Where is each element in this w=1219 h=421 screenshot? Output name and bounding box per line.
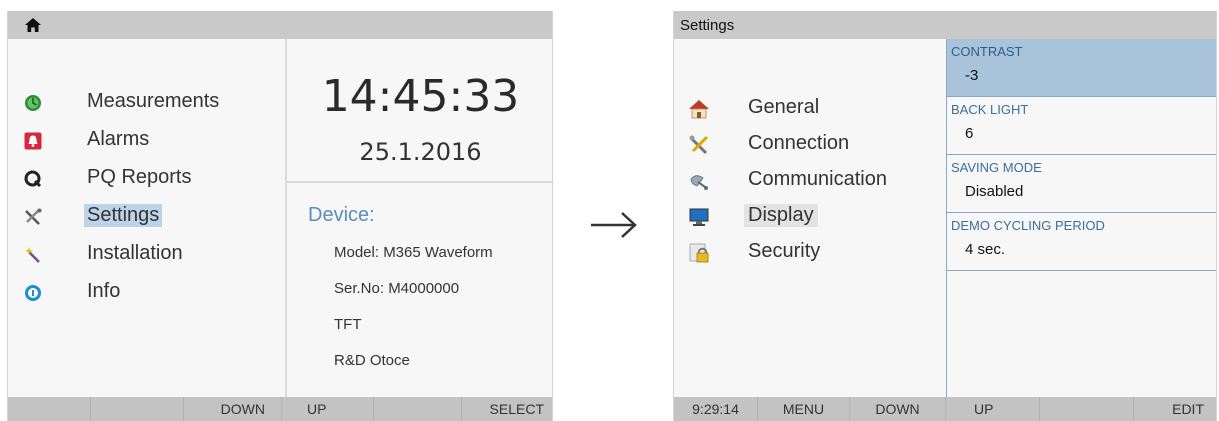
menu-item-label: Measurements xyxy=(87,90,220,112)
param-value: -3 xyxy=(965,67,979,84)
menu-item-connection[interactable]: Connection xyxy=(674,128,946,162)
device-serial: Ser.No: M4000000 xyxy=(334,280,460,297)
softkey-clock: 9:29:14 xyxy=(674,397,758,421)
house-icon xyxy=(689,100,709,119)
main-softkey-bar: DOWN UP SELECT xyxy=(8,397,552,421)
menu-item-label: Security xyxy=(748,240,821,262)
softkey-up[interactable]: UP xyxy=(946,397,1040,421)
softkey-select[interactable]: SELECT xyxy=(462,397,552,421)
menu-item-info[interactable]: Info xyxy=(8,277,285,309)
menu-item-label: Alarms xyxy=(87,128,150,150)
softkey-5[interactable] xyxy=(1040,397,1134,421)
menu-item-label: Info xyxy=(87,280,121,302)
menu-item-alarms[interactable]: Alarms xyxy=(8,125,285,157)
softkey-down[interactable]: DOWN xyxy=(850,397,946,421)
screen-title: Settings xyxy=(680,17,735,34)
param-name: DEMO CYCLING PERIOD xyxy=(951,218,1105,233)
device-display-type: TFT xyxy=(334,316,362,333)
device-model: Model: M365 Waveform xyxy=(334,244,493,261)
settings-softkey-bar: 9:29:14 MENU DOWN UP EDIT xyxy=(674,397,1216,421)
settings-screen: Settings General Connection Communicatio… xyxy=(673,11,1217,421)
display-parameter-list: CONTRAST -3 BACK LIGHT 6 SAVING MODE Dis… xyxy=(947,39,1216,271)
param-name: BACK LIGHT xyxy=(951,102,1029,117)
menu-item-installation[interactable]: Installation xyxy=(8,239,285,271)
monitor-icon xyxy=(689,208,709,226)
settings-topbar: Settings xyxy=(674,11,1216,39)
horizontal-divider xyxy=(287,181,554,183)
measurements-icon xyxy=(25,95,41,111)
param-value: 6 xyxy=(965,125,974,142)
device-title: Device: xyxy=(308,204,375,226)
param-back-light[interactable]: BACK LIGHT 6 xyxy=(947,97,1216,155)
main-topbar xyxy=(8,11,552,39)
softkey-edit[interactable]: EDIT xyxy=(1134,397,1216,421)
param-name: CONTRAST xyxy=(951,44,1023,59)
clock-time: 14:45:33 xyxy=(321,71,520,122)
pq-reports-icon xyxy=(24,170,42,188)
menu-item-settings[interactable]: Settings xyxy=(8,201,285,233)
tools-icon xyxy=(689,135,709,155)
transition-arrow-icon xyxy=(591,212,637,238)
menu-item-label: Installation xyxy=(87,242,183,264)
menu-item-security[interactable]: Security xyxy=(674,236,946,270)
alarm-bell-icon xyxy=(24,132,42,150)
main-menu: Measurements Alarms PQ Reports Settings … xyxy=(8,39,285,397)
softkey-2[interactable] xyxy=(91,397,184,421)
main-menu-screen: Measurements Alarms PQ Reports Settings … xyxy=(7,11,554,421)
installation-wand-icon xyxy=(25,247,40,263)
settings-tools-icon xyxy=(25,208,42,225)
settings-menu: General Connection Communication Display… xyxy=(674,39,946,397)
lock-icon xyxy=(689,243,709,263)
softkey-1[interactable] xyxy=(8,397,91,421)
softkey-up[interactable]: UP xyxy=(282,397,374,421)
clock-date: 25.1.2016 xyxy=(359,138,482,166)
menu-item-label: Display xyxy=(744,204,818,227)
menu-item-label: Connection xyxy=(748,132,850,154)
menu-item-communication[interactable]: Communication xyxy=(674,164,946,198)
menu-item-label: Settings xyxy=(84,204,163,227)
menu-item-label: PQ Reports xyxy=(87,166,192,188)
menu-item-pq-reports[interactable]: PQ Reports xyxy=(8,163,285,195)
home-icon[interactable] xyxy=(24,17,42,33)
menu-item-measurements[interactable]: Measurements xyxy=(8,87,285,119)
param-value: Disabled xyxy=(965,183,1024,200)
menu-item-label: General xyxy=(748,96,820,118)
param-demo-cycling-period[interactable]: DEMO CYCLING PERIOD 4 sec. xyxy=(947,213,1216,271)
device-location: R&D Otoce xyxy=(334,352,410,369)
softkey-down[interactable]: DOWN xyxy=(184,397,282,421)
menu-item-general[interactable]: General xyxy=(674,92,946,126)
param-value: 4 sec. xyxy=(965,241,1006,258)
param-saving-mode[interactable]: SAVING MODE Disabled xyxy=(947,155,1216,213)
satellite-icon xyxy=(690,175,708,190)
param-contrast[interactable]: CONTRAST -3 xyxy=(947,39,1216,97)
menu-item-display[interactable]: Display xyxy=(674,200,946,234)
menu-item-label: Communication xyxy=(748,168,887,190)
param-name: SAVING MODE xyxy=(951,160,1042,175)
softkey-5[interactable] xyxy=(374,397,462,421)
info-icon xyxy=(25,285,41,301)
softkey-menu[interactable]: MENU xyxy=(758,397,850,421)
